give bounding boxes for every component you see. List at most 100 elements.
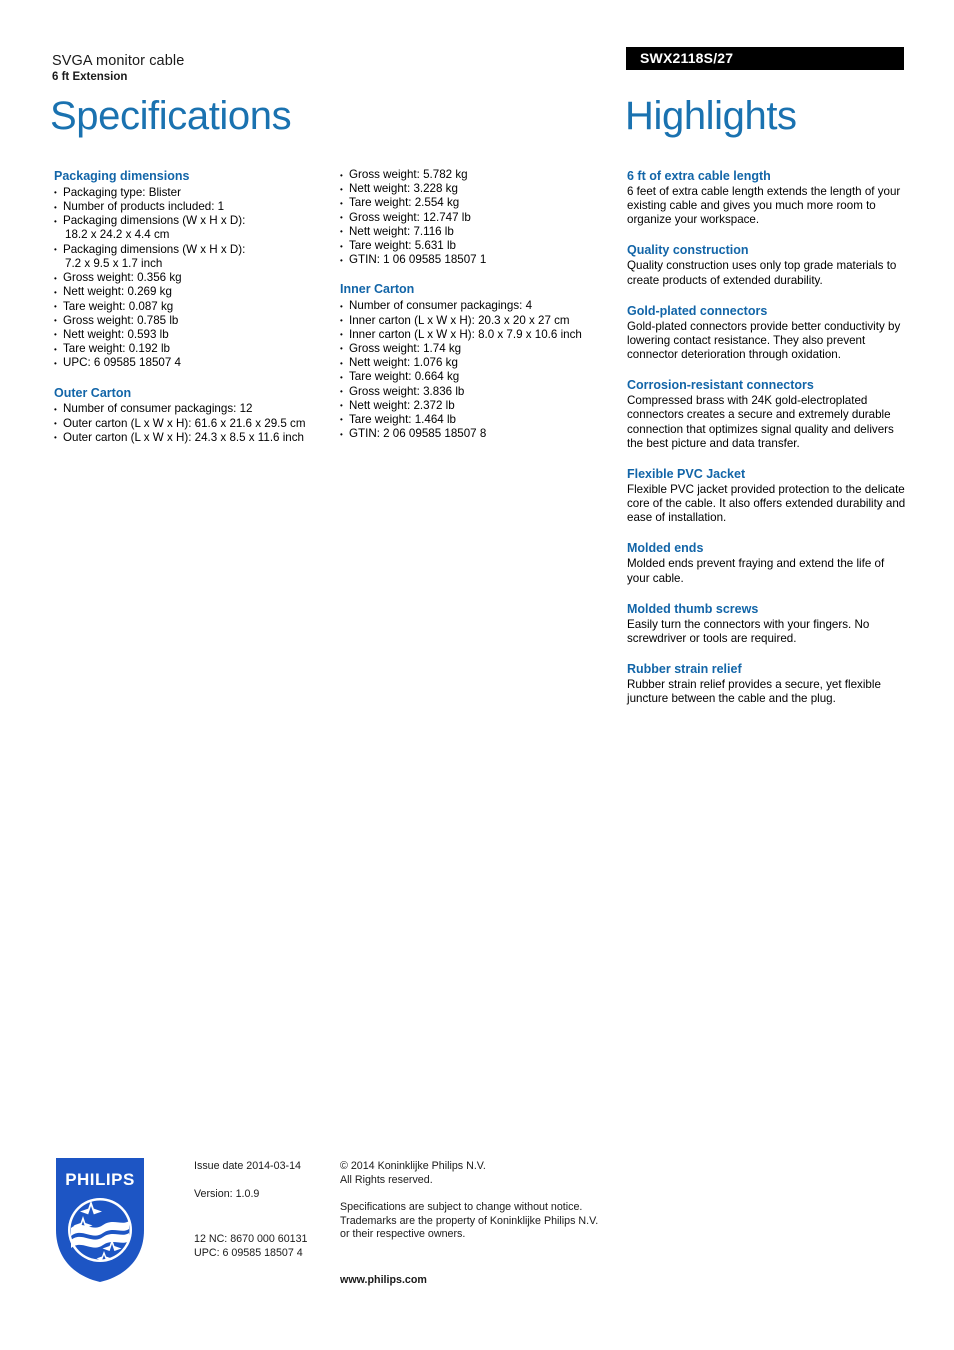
- spec-item-text: Gross weight: 3.836 lb: [349, 384, 465, 398]
- highlight-title: Gold-plated connectors: [627, 303, 768, 318]
- highlight-title: Rubber strain relief: [627, 661, 742, 676]
- spec-item-text: Inner carton (L x W x H): 20.3 x 20 x 27…: [349, 313, 570, 327]
- spec-item-text: Nett weight: 7.116 lb: [349, 224, 454, 238]
- highlight-body: Gold-plated connectors provide better co…: [627, 319, 901, 362]
- highlight-body: Molded ends prevent fraying and extend t…: [627, 557, 885, 585]
- spec-item-list: Gross weight: 5.782 kgNett weight: 3.228…: [340, 167, 615, 267]
- highlight-title: Molded ends: [627, 541, 704, 556]
- spec-item-text: Inner carton (L x W x H): 8.0 x 7.9 x 10…: [349, 327, 582, 341]
- spec-item-text: Packaging dimensions (W x H x D):: [63, 214, 246, 228]
- spec-item-text: UPC: 6 09585 18507 4: [63, 356, 181, 370]
- disclaimer-line-1: Specifications are subject to change wit…: [340, 1201, 583, 1213]
- spec-group-title: Inner Carton: [340, 282, 415, 297]
- highlight-item: Rubber strain relief Rubber strain relief…: [627, 661, 907, 706]
- spec-item-text: Tare weight: 2.554 kg: [349, 196, 460, 210]
- spec-item-text: Nett weight: 3.228 kg: [349, 182, 458, 196]
- spec-item-text: Gross weight: 0.356 kg: [63, 271, 182, 285]
- spec-item-text: Tare weight: 5.631 lb: [349, 239, 456, 253]
- spec-item: Nett weight: 7.116 lb: [340, 224, 615, 239]
- spec-item-continuation: 18.2 x 24.2 x 4.4 cm: [65, 228, 170, 242]
- spec-item: Packaging dimensions (W x H x D):7.2 x 9…: [54, 242, 329, 271]
- model-number-label: SWX2118S/27: [640, 50, 734, 66]
- spec-item: Number of products included: 1: [54, 200, 329, 215]
- spec-item: Nett weight: 0.593 lb: [54, 327, 329, 342]
- spec-group: Outer Carton Number of consumer packaging…: [54, 385, 329, 446]
- spec-group: Packaging dimensions Packaging type: Blis…: [54, 168, 329, 371]
- spec-item-list: Number of consumer packagings: 12Outer c…: [54, 402, 329, 446]
- spec-group: Inner Carton Number of consumer packaging…: [340, 281, 615, 441]
- spec-item: Tare weight: 5.631 lb: [340, 239, 615, 254]
- specifications-column-1: Packaging dimensions Packaging type: Blis…: [54, 168, 329, 446]
- disclaimer-line-3: or their respective owners.: [340, 1228, 466, 1240]
- copyright-line-1: © 2014 Koninklijke Philips N.V.: [340, 1160, 486, 1172]
- highlight-body: Quality construction uses only top grade…: [627, 259, 897, 287]
- highlight-item: Molded thumb screws Easily turn the conne…: [627, 601, 907, 646]
- spec-item: Gross weight: 12.747 lb: [340, 210, 615, 225]
- spec-item-text: Gross weight: 0.785 lb: [63, 313, 179, 327]
- svg-text:PHILIPS: PHILIPS: [65, 1170, 135, 1189]
- specifications-heading: Specifications: [50, 94, 292, 138]
- footer-meta-column: Issue date 2014-03-14 Version: 1.0.9 12 …: [194, 1160, 334, 1260]
- spec-item: Nett weight: 0.269 kg: [54, 285, 329, 300]
- spec-item: Tare weight: 2.554 kg: [340, 196, 615, 211]
- spec-group: Gross weight: 5.782 kgNett weight: 3.228…: [340, 167, 615, 267]
- spec-item: Gross weight: 5.782 kg: [340, 167, 615, 182]
- spec-item-text: Packaging dimensions (W x H x D):: [63, 242, 246, 256]
- spec-item: Tare weight: 0.087 kg: [54, 299, 329, 314]
- spec-item: GTIN: 2 06 09585 18507 8: [340, 427, 615, 442]
- upc-code: UPC: 6 09585 18507 4: [194, 1246, 303, 1259]
- highlight-title: Molded thumb screws: [627, 601, 759, 616]
- highlight-item: 6 ft of extra cable length 6 feet of extr…: [627, 168, 907, 227]
- spec-item-list: Number of consumer packagings: 4Inner ca…: [340, 299, 615, 442]
- spec-item-text: Number of consumer packagings: 12: [63, 402, 253, 416]
- spec-item-text: Gross weight: 5.782 kg: [349, 168, 468, 181]
- spec-item-text: Outer carton (L x W x H): 24.3 x 8.5 x 1…: [63, 430, 304, 444]
- nc-code: 12 NC: 8670 000 60131: [194, 1233, 308, 1245]
- issue-date: Issue date 2014-03-14: [194, 1160, 301, 1172]
- spec-item-text: Packaging type: Blister: [63, 185, 181, 199]
- spec-item: Inner carton (L x W x H): 20.3 x 20 x 27…: [340, 313, 615, 328]
- spec-item-text: Nett weight: 1.076 kg: [349, 356, 458, 370]
- highlight-title: Flexible PVC Jacket: [627, 466, 746, 481]
- highlights-heading: Highlights: [625, 94, 797, 138]
- spec-item-text: Nett weight: 2.372 lb: [349, 398, 455, 412]
- spec-item: Tare weight: 0.664 kg: [340, 370, 615, 385]
- spec-item-text: GTIN: 2 06 09585 18507 8: [349, 427, 487, 441]
- spec-item: Inner carton (L x W x H): 8.0 x 7.9 x 10…: [340, 327, 615, 342]
- website-link[interactable]: www.philips.com: [340, 1274, 640, 1288]
- spec-item: Nett weight: 2.372 lb: [340, 398, 615, 413]
- spec-item: Nett weight: 1.076 kg: [340, 356, 615, 371]
- spec-item-text: Gross weight: 12.747 lb: [349, 210, 471, 224]
- highlight-item: Corrosion-resistant connectors Compressed…: [627, 377, 907, 451]
- spec-item: Gross weight: 0.785 lb: [54, 313, 329, 328]
- spec-item: Packaging dimensions (W x H x D):18.2 x …: [54, 214, 329, 242]
- spec-item: UPC: 6 09585 18507 4: [54, 356, 329, 371]
- model-number-bar: SWX2118S/27: [626, 47, 904, 70]
- spec-item-list: Packaging type: BlisterNumber of product…: [54, 185, 329, 371]
- spec-item-text: Tare weight: 0.664 kg: [349, 370, 460, 384]
- spec-item-text: Outer carton (L x W x H): 61.6 x 21.6 x …: [63, 416, 306, 430]
- spec-item: Gross weight: 1.74 kg: [340, 341, 615, 356]
- highlight-item: Gold-plated connectors Gold-plated connec…: [627, 303, 907, 362]
- highlight-title: 6 ft of extra cable length: [627, 169, 771, 183]
- spec-item: Packaging type: Blister: [54, 185, 329, 200]
- footer-legal-column: © 2014 Koninklijke Philips N.V. All Righ…: [340, 1160, 640, 1287]
- product-title: SVGA monitor cable: [52, 53, 185, 69]
- philips-logo: PHILIPS: [56, 1158, 144, 1282]
- highlight-title: Corrosion-resistant connectors: [627, 378, 814, 393]
- spec-item-text: Number of products included: 1: [63, 200, 225, 214]
- product-subtitle: 6 ft Extension: [52, 71, 128, 83]
- spec-item: Number of consumer packagings: 4: [340, 299, 615, 314]
- highlight-body: Compressed brass with 24K gold-electropl…: [627, 394, 894, 450]
- spec-item: Outer carton (L x W x H): 24.3 x 8.5 x 1…: [54, 430, 329, 445]
- spec-item-text: Nett weight: 0.593 lb: [63, 327, 169, 341]
- disclaimer-line-2: Trademarks are the property of Koninklij…: [340, 1214, 599, 1227]
- spec-item: Number of consumer packagings: 12: [54, 402, 329, 417]
- highlight-body: 6 feet of extra cable length extends the…: [627, 184, 901, 227]
- spec-group-title: Outer Carton: [54, 385, 132, 400]
- spec-item-text: Tare weight: 0.192 lb: [63, 342, 170, 356]
- highlights-column: 6 ft of extra cable length 6 feet of extr…: [627, 168, 907, 706]
- highlight-item: Quality construction Quality construction…: [627, 242, 907, 287]
- spec-item: Tare weight: 0.192 lb: [54, 342, 329, 357]
- spec-item: Tare weight: 1.464 lb: [340, 412, 615, 427]
